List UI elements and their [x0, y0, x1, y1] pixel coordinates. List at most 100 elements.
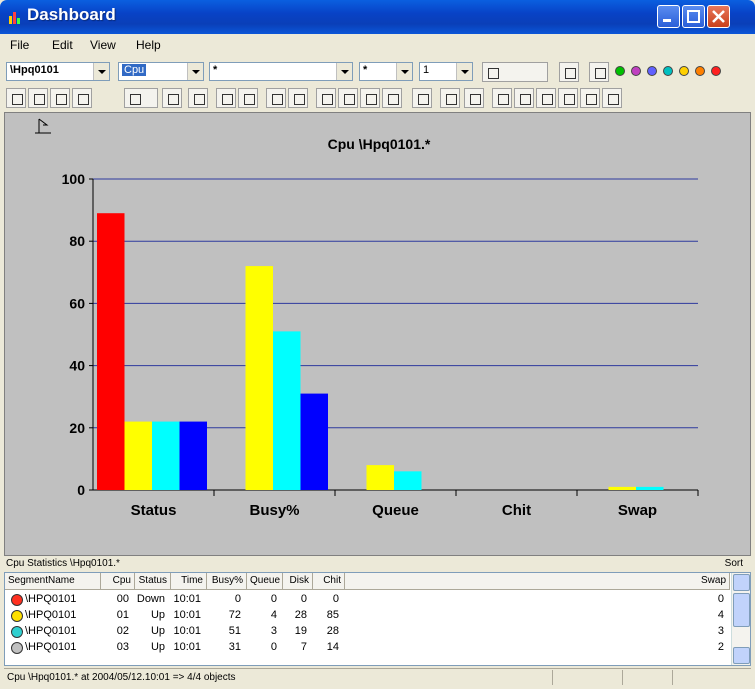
globe-icon[interactable]	[580, 88, 600, 108]
menu-view[interactable]: View	[90, 38, 116, 52]
table-cell: 10:01	[173, 641, 201, 653]
font-icon[interactable]	[6, 88, 26, 108]
scroll-up-icon[interactable]	[733, 574, 750, 591]
table-cell: 0	[332, 593, 339, 605]
scroll-thumb[interactable]	[733, 593, 750, 627]
y-tick-label: 60	[69, 295, 85, 311]
chevron-down-icon	[187, 63, 203, 80]
arrange2-icon[interactable]	[50, 88, 70, 108]
green-dot-icon[interactable]	[615, 66, 625, 76]
print-icon[interactable]	[464, 88, 484, 108]
magenta-dot-icon[interactable]	[631, 66, 641, 76]
bar	[608, 486, 636, 490]
maximize-button[interactable]	[682, 5, 705, 28]
save-icon[interactable]	[492, 88, 512, 108]
bar	[97, 213, 125, 490]
yellow-diamond-icon[interactable]	[679, 66, 689, 76]
camera-icon[interactable]	[440, 88, 460, 108]
bar	[245, 266, 273, 490]
chevron-down-icon	[336, 63, 352, 80]
table-cell: Up	[150, 609, 165, 621]
outdent-icon[interactable]	[238, 88, 258, 108]
tools-icon[interactable]	[360, 88, 380, 108]
table-cell: 31	[228, 641, 241, 653]
binoculars-icon[interactable]	[536, 88, 556, 108]
menu-help[interactable]: Help	[136, 38, 161, 52]
minimize-button[interactable]	[657, 5, 680, 28]
arrange-icon[interactable]	[28, 88, 48, 108]
scroll-down-icon[interactable]	[733, 647, 750, 664]
wrench-icon[interactable]	[162, 88, 182, 108]
table-cell: 19	[294, 625, 307, 637]
host-combo[interactable]: \Hpq0101	[6, 62, 110, 81]
slider-tool[interactable]	[482, 62, 548, 82]
column-header[interactable]: Swap	[345, 573, 730, 590]
properties-icon[interactable]	[412, 88, 432, 108]
column-header[interactable]: Queue	[247, 573, 283, 590]
panel-icon[interactable]	[124, 88, 158, 108]
menu-file[interactable]: File	[10, 38, 29, 52]
table-cell: 28	[326, 625, 339, 637]
chevron-down-icon	[456, 63, 472, 80]
menu-bar: File Edit View Help	[4, 34, 751, 56]
bar	[300, 393, 328, 490]
bar	[636, 486, 664, 490]
bar	[394, 471, 422, 490]
grid-icon[interactable]	[382, 88, 402, 108]
chevron-down-icon	[93, 63, 109, 80]
user-icon[interactable]	[602, 88, 622, 108]
table-cell: 7	[300, 641, 307, 653]
cyan-dot-icon[interactable]	[663, 66, 673, 76]
x1-icon[interactable]	[316, 88, 336, 108]
sort-icon[interactable]	[72, 88, 92, 108]
orange-diamond-icon[interactable]	[695, 66, 705, 76]
stats-table: SegmentName Cpu Status Time Busy% Queue Disk Ch…	[4, 572, 751, 666]
menu-edit[interactable]: Edit	[52, 38, 73, 52]
column-header[interactable]: Status	[135, 573, 171, 590]
column-header[interactable]: Disk	[283, 573, 313, 590]
table-row[interactable]: \HPQ0101 03 Up 10:01 31 0 7 14 2	[5, 640, 730, 656]
table-row[interactable]: \HPQ0101 00 Down 10:01 0 0 0 0 0	[5, 592, 730, 608]
table-row[interactable]: \HPQ0101 02 Up 10:01 51 3 19 28 3	[5, 624, 730, 640]
count-combo[interactable]: 1	[419, 62, 473, 81]
sort-button[interactable]: Sort	[725, 558, 743, 569]
table-cell: 0	[270, 593, 277, 605]
table-cell: Up	[150, 641, 165, 653]
refresh-icon[interactable]	[338, 88, 358, 108]
vertical-scrollbar[interactable]	[731, 573, 750, 665]
column-header[interactable]: Cpu	[101, 573, 135, 590]
close-button[interactable]	[707, 5, 730, 28]
table-cell: 0	[300, 593, 307, 605]
y-tick-label: 80	[69, 233, 85, 249]
crosshair-icon[interactable]	[559, 62, 579, 82]
bar	[273, 331, 301, 490]
table-icon[interactable]	[514, 88, 534, 108]
table-row[interactable]: \HPQ0101 01 Up 10:01 72 4 28 85 4	[5, 608, 730, 624]
object-combo[interactable]: Cpu	[118, 62, 204, 81]
table-cell: 02	[116, 625, 129, 637]
table-cell: 0	[234, 593, 241, 605]
indent-icon[interactable]	[216, 88, 236, 108]
table-cell: 10:01	[173, 609, 201, 621]
column-header[interactable]: Busy%	[207, 573, 247, 590]
blue-dot-icon[interactable]	[647, 66, 657, 76]
table-cell: \HPQ0101	[25, 625, 77, 637]
column-header[interactable]: Time	[171, 573, 207, 590]
list3-icon[interactable]	[288, 88, 308, 108]
table-cell: 01	[116, 609, 129, 621]
shapes-icon[interactable]	[558, 88, 578, 108]
chart-panel: Cpu \Hpq0101.* 0 20 40 60 80 100 Status Busy% Que…	[4, 112, 751, 556]
minimize-icon	[663, 19, 671, 22]
instance-combo[interactable]: *	[209, 62, 353, 81]
y-tick-label: 20	[69, 420, 85, 436]
red-x-icon[interactable]	[711, 66, 721, 76]
filter-combo[interactable]: *	[359, 62, 413, 81]
column-header[interactable]: SegmentName	[5, 573, 101, 590]
column-header[interactable]: Chit	[313, 573, 345, 590]
table-cell: 10:01	[173, 625, 201, 637]
toolbar-actions	[4, 86, 751, 110]
status-filter-icon[interactable]	[589, 62, 609, 82]
list-icon[interactable]	[188, 88, 208, 108]
cyan-circle-icon	[11, 626, 23, 638]
list2-icon[interactable]	[266, 88, 286, 108]
